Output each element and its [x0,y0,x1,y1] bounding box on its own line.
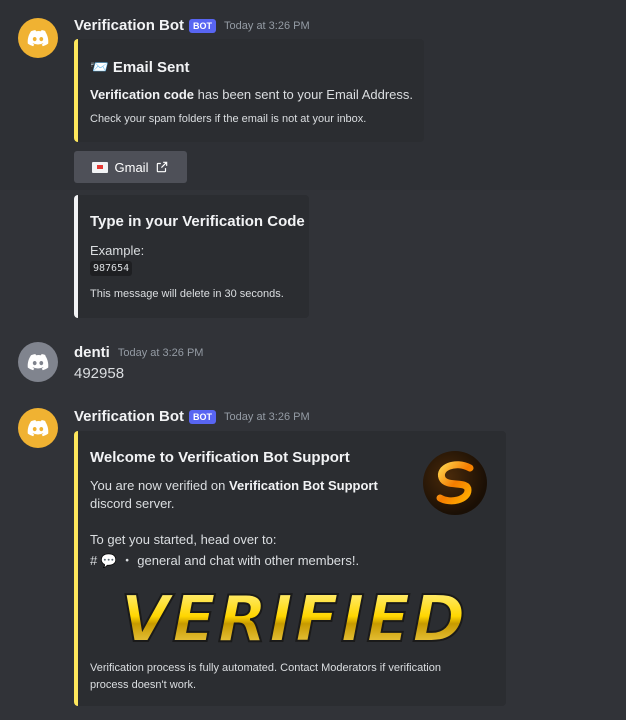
channel-line[interactable]: # 💬 ・ general and chat with other member… [90,550,359,569]
discord-logo-icon [27,420,49,437]
bot-avatar[interactable] [18,408,58,448]
discord-logo-icon [27,30,49,47]
username[interactable]: denti [74,344,110,361]
bot-tag: BOT [189,409,217,424]
message-verification-bot-1: Verification Bot BOT Today at 3:26 PM 📨 … [0,0,626,190]
embed-title: 📨 Email Sent [90,59,190,76]
svg-text:VERIFIED: VERIFIED [121,583,468,656]
external-link-icon [157,161,168,173]
gmail-link-button[interactable]: Gmail [74,151,187,183]
timestamp[interactable]: Today at 3:26 PM [224,20,310,32]
embed-footer-line2: process doesn't work. [90,679,197,691]
user-avatar[interactable] [18,342,58,382]
embed-footer-line1: Verification process is fully automated.… [90,662,441,674]
username[interactable]: Verification Bot [74,408,184,425]
server-logo-icon [436,461,474,505]
embed-title: Welcome to Verification Bot Support [90,449,350,466]
welcome-embed: Welcome to Verification Bot Support You … [74,431,506,706]
verification-code-embed: Type in your Verification Code Example: … [74,195,309,318]
embed-title: Type in your Verification Code [90,213,305,230]
server-logo-thumbnail [423,451,487,515]
username[interactable]: Verification Bot [74,17,184,34]
embed-footer: This message will delete in 30 seconds. [90,288,284,300]
example-code: 987654 [90,261,133,276]
button-label: Gmail [114,159,149,175]
server-line: discord server. [90,496,175,511]
verified-line: You are now verified on Verification Bot… [90,478,378,493]
get-started-line: To get you started, head over to: [90,532,277,547]
gmail-icon [91,161,108,173]
message-content: 492958 [74,365,125,382]
email-sent-embed: 📨 Email Sent Verification code has been … [74,39,424,142]
example-label: Example: [90,243,145,258]
bot-tag: BOT [189,18,217,33]
bot-avatar[interactable] [18,18,58,58]
verified-banner-image: VERIFIED [98,581,490,656]
timestamp[interactable]: Today at 3:26 PM [118,347,204,359]
timestamp[interactable]: Today at 3:26 PM [224,411,310,423]
embed-description: Verification code has been sent to your … [90,87,414,102]
embed-footer: Check your spam folders if the email is … [90,113,367,125]
discord-logo-icon [27,354,49,371]
